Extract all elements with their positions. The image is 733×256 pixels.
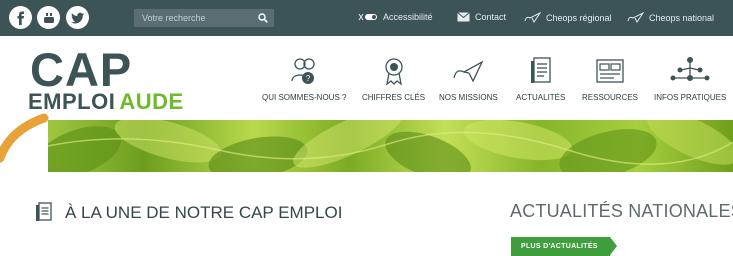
orange-swoosh (0, 113, 49, 163)
more-news-button[interactable]: PLUS D'ACTUALITÉS (511, 237, 617, 256)
accessibility-link[interactable]: Accessibilité (358, 12, 433, 22)
logo-cap: CAP (30, 43, 133, 96)
cheops-national-link[interactable]: Cheops national (627, 12, 714, 23)
nav-label: INFOS PRATIQUES (654, 93, 727, 102)
search-input[interactable] (134, 9, 252, 27)
facebook-icon[interactable] (9, 6, 32, 29)
leaves-image (48, 120, 733, 172)
search-button[interactable] (252, 9, 274, 27)
twitter-icon[interactable] (66, 6, 89, 29)
cheops-regional-label: Cheops régional (546, 12, 612, 23)
search-icon (258, 13, 268, 23)
search-box (134, 9, 274, 27)
top-bar: Accessibilité Contact Cheops régional Ch… (0, 0, 733, 36)
nav-label: QUI SOMMES-NOUS ? (262, 93, 347, 102)
logo-aude: AUDE (119, 89, 184, 114)
paper-plane-icon (524, 12, 541, 23)
nav-item-infos-pratiques[interactable]: INFOS PRATIQUES (654, 56, 726, 102)
nav-label: ACTUALITÉS (516, 93, 566, 102)
people-icon: ? (291, 58, 315, 84)
svg-text:?: ? (306, 74, 311, 83)
paper-plane-icon (453, 60, 484, 83)
document-icon (530, 57, 551, 83)
national-news-title: ACTUALITÉS NATIONALES (510, 201, 733, 221)
document-icon (36, 202, 52, 221)
cheops-national-label: Cheops national (649, 12, 715, 23)
youtube-icon[interactable] (37, 6, 60, 29)
network-icon (670, 57, 710, 81)
nav-label: NOS MISSIONS (439, 93, 498, 102)
contact-link[interactable]: Contact (457, 12, 506, 22)
award-icon (384, 58, 403, 86)
nav-item-chiffres-cles[interactable]: CHIFFRES CLÉS (362, 56, 425, 102)
cheops-regional-link[interactable]: Cheops régional (524, 12, 612, 23)
nav-item-qui-sommes-nous[interactable]: ? QUI SOMMES-NOUS ? (262, 56, 346, 102)
nav-item-actualites[interactable]: ACTUALITÉS (516, 56, 565, 102)
folder-icon (596, 59, 624, 83)
accessibility-label: Accessibilité (383, 12, 433, 22)
nav-item-ressources[interactable]: RESSOURCES (582, 56, 638, 102)
nav-label: CHIFFRES CLÉS (362, 93, 426, 102)
section-title: À LA UNE DE NOTRE CAP EMPLOI (65, 203, 343, 222)
accessibility-toggle-icon (358, 13, 377, 21)
paper-plane-icon (627, 12, 644, 23)
contact-label: Contact (475, 12, 507, 22)
nav-label: RESSOURCES (582, 93, 639, 102)
leaf-banner (48, 120, 733, 172)
mail-icon (457, 12, 470, 22)
nav-item-nos-missions[interactable]: NOS MISSIONS (439, 56, 498, 102)
